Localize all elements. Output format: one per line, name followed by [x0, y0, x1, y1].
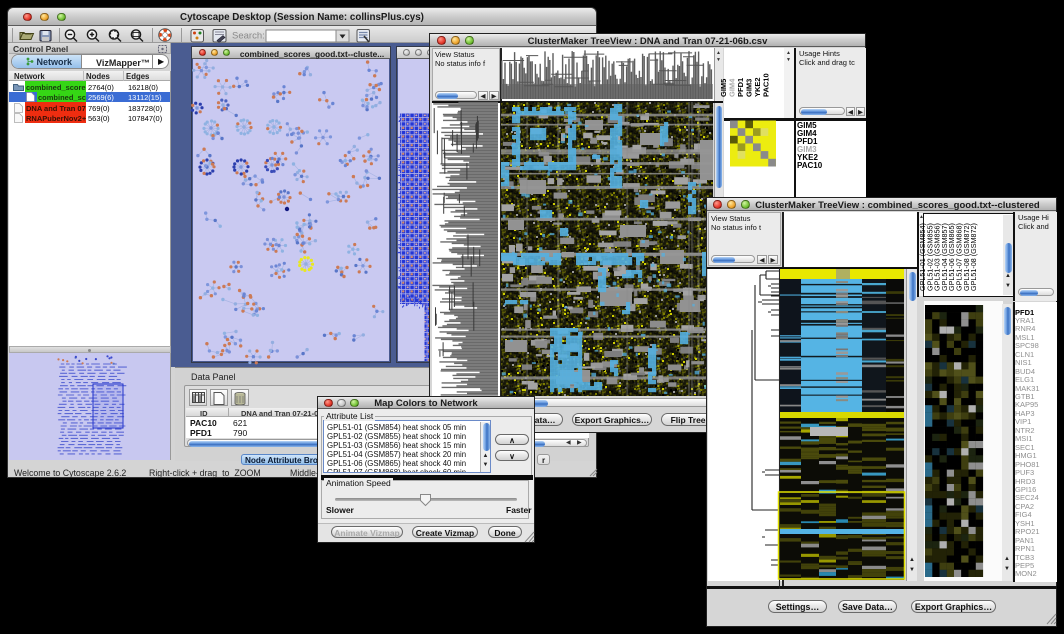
svg-text:GPL51-08 (GSM872): GPL51-08 (GSM872): [969, 223, 978, 291]
